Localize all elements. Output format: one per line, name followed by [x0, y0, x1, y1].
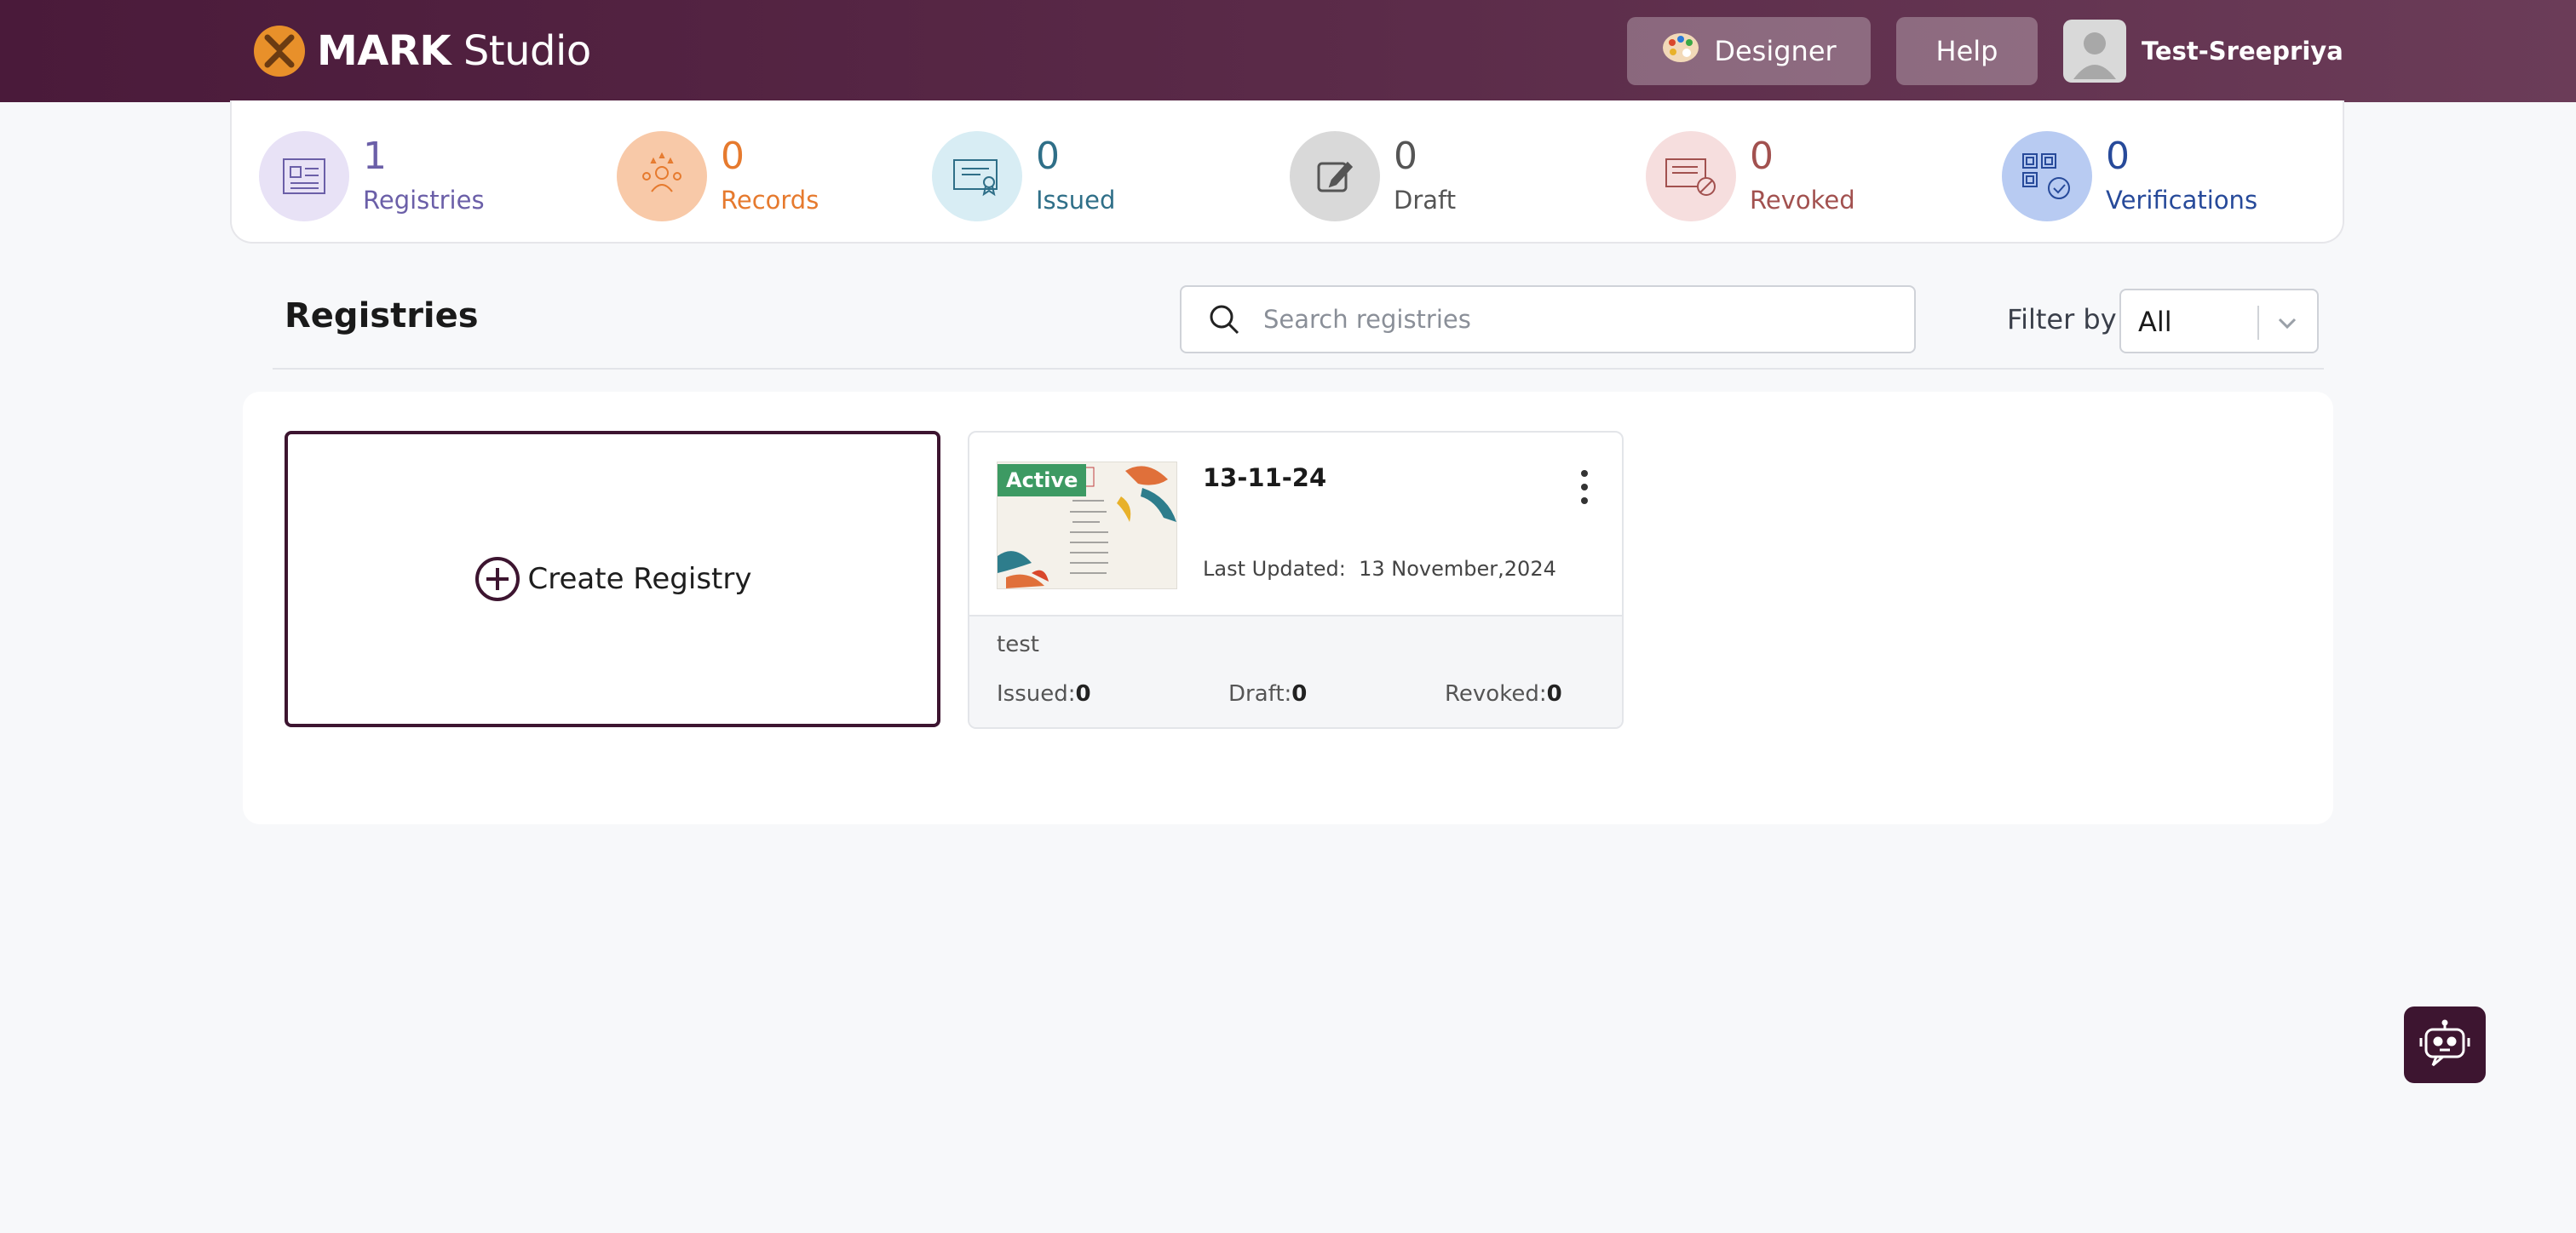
records-icon [617, 131, 707, 221]
registry-card[interactable]: Active 13-11-24 Last Updated: 13 Novembe… [968, 431, 1624, 729]
stat-label: Draft [1394, 186, 1457, 215]
help-button[interactable]: Help [1896, 17, 2038, 85]
top-navigation-bar: MARK Studio Designer Help Test-Sreepriya [0, 0, 2576, 102]
create-registry-label: Create Registry [527, 562, 752, 596]
more-options-icon[interactable] [1576, 470, 1593, 513]
certificate-icon [932, 131, 1022, 221]
designer-button[interactable]: Designer [1627, 17, 1871, 85]
stat-value: 0 [1036, 135, 1060, 178]
stat-value: 0 [1750, 135, 1774, 178]
page-title: Registries [285, 296, 479, 335]
stat-value: 0 [1394, 135, 1417, 178]
add-circle-icon [474, 557, 520, 601]
stat-label: Issued [1036, 186, 1116, 215]
stat-verifications[interactable]: 0 Verifications [2002, 129, 2257, 223]
stat-revoked[interactable]: 0 Revoked [1646, 129, 1855, 223]
stat-records[interactable]: 0 Records [617, 129, 819, 223]
search-box[interactable] [1180, 285, 1916, 353]
certificate-thumbnail: Active [997, 462, 1177, 589]
palette-icon [1661, 31, 1700, 72]
stat-issued[interactable]: 0 Issued [932, 129, 1115, 223]
registry-icon [259, 131, 349, 221]
revoked-certificate-icon [1646, 131, 1736, 221]
stat-value: 0 [721, 135, 745, 178]
app-logo[interactable]: MARK Studio [254, 20, 591, 82]
stat-value: 0 [2106, 135, 2130, 178]
stat-draft[interactable]: 0 Draft [1290, 129, 1456, 223]
filter-label: Filter by [2007, 303, 2117, 335]
stat-value: 1 [363, 135, 387, 178]
user-name: Test-Sreepriya [2142, 37, 2343, 66]
designer-label: Designer [1714, 35, 1837, 67]
dropdown-separator [2257, 306, 2259, 340]
avatar [2063, 20, 2126, 83]
draft-count: Draft:0 [1228, 681, 1308, 707]
search-input[interactable] [1262, 304, 1878, 335]
chatbot-button[interactable] [2404, 1006, 2486, 1083]
qr-verify-icon [2002, 131, 2092, 221]
registry-name: 13-11-24 [1203, 463, 1327, 492]
stat-label: Verifications [2106, 186, 2258, 215]
status-badge: Active [998, 464, 1087, 496]
section-divider [273, 368, 2324, 370]
stat-label: Records [721, 186, 819, 215]
last-updated: Last Updated: 13 November,2024 [1203, 557, 1556, 581]
user-menu[interactable]: Test-Sreepriya [2063, 19, 2343, 83]
revoked-count: Revoked:0 [1445, 681, 1562, 707]
edit-icon [1290, 131, 1380, 221]
filter-dropdown[interactable]: All [2119, 289, 2319, 353]
robot-chat-icon [2419, 1019, 2470, 1067]
stats-panel: 1 Registries 0 Records 0 Issued 0 Draft … [230, 100, 2344, 244]
search-icon [1210, 305, 1239, 335]
registry-card-footer: test Issued:0 Draft:0 Revoked:0 [969, 615, 1622, 727]
stat-label: Registries [363, 186, 485, 215]
stat-label: Revoked [1750, 186, 1855, 215]
filter-value: All [2138, 306, 2172, 338]
create-registry-button[interactable]: Create Registry [285, 431, 940, 727]
mark-logo-icon [254, 26, 305, 77]
stat-registries[interactable]: 1 Registries [259, 129, 485, 223]
chevron-down-icon [2278, 318, 2297, 330]
registry-description: test [997, 632, 1039, 657]
issued-count: Issued:0 [997, 681, 1091, 707]
app-title: MARK Studio [317, 27, 591, 75]
